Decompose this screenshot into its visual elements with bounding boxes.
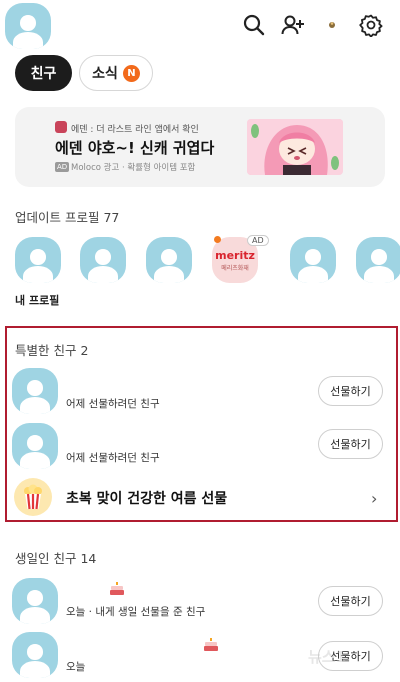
friend-status: 오늘 — [66, 661, 86, 673]
ad-source: 에덴 : 더 라스트 라인 앱에서 확인 — [71, 125, 199, 135]
updated-profile-avatar[interactable] — [146, 237, 192, 283]
meritz-logo: meritz — [215, 248, 255, 262]
ad-banner[interactable]: 에덴 : 더 라스트 라인 앱에서 확인 에덴 야호~! 신캐 귀엽다 AD M… — [15, 107, 385, 187]
friend-status: 어제 선물하려던 친구 — [66, 398, 160, 410]
gift-button[interactable]: 선물하기 — [318, 429, 383, 459]
new-badge: N — [122, 64, 140, 82]
promo-text[interactable]: 초복 맞이 건강한 여름 선물 — [66, 488, 227, 508]
birthday-cake-icon — [110, 582, 124, 595]
update-dot — [214, 236, 221, 243]
popcorn-icon — [14, 478, 52, 516]
updated-profile-avatar[interactable] — [80, 237, 126, 283]
my-profile-avatar[interactable] — [15, 237, 61, 283]
add-friend-icon[interactable] — [279, 11, 307, 39]
friend-avatar[interactable] — [12, 578, 58, 624]
tab-friends[interactable]: 친구 — [15, 55, 72, 91]
my-profile-label: 내 프로필 — [15, 294, 60, 307]
ad-chip: AD — [55, 162, 70, 172]
gift-button[interactable]: 선물하기 — [318, 586, 383, 616]
friend-avatar[interactable] — [12, 632, 58, 678]
friend-status: 어제 선물하려던 친구 — [66, 452, 160, 464]
birthday-cake-icon — [204, 638, 218, 651]
updated-profiles-title: 업데이트 프로필 77 — [15, 210, 120, 225]
updated-profile-avatar[interactable] — [356, 237, 400, 283]
chevron-right-icon[interactable]: › — [371, 489, 377, 508]
updated-profile-avatar[interactable] — [290, 237, 336, 283]
tab-friends-label: 친구 — [30, 66, 57, 82]
friend-status: 오늘 · 내게 생일 선물을 준 친구 — [66, 606, 206, 618]
special-friends-title: 특별한 친구 2 — [15, 343, 89, 358]
settings-icon[interactable] — [357, 11, 385, 39]
my-avatar[interactable] — [5, 3, 51, 49]
ad-badge: AD — [247, 235, 269, 246]
notification-dot-icon[interactable] — [318, 11, 346, 39]
tab-news-label: 소식 — [92, 66, 118, 82]
app-icon — [55, 121, 67, 133]
meritz-sub: 메리츠화재 — [221, 264, 249, 272]
search-icon[interactable] — [240, 11, 268, 39]
ad-subtitle: Moloco 광고 · 확률형 아이템 포함 — [71, 163, 196, 173]
friend-avatar[interactable] — [12, 423, 58, 469]
birthday-friends-title: 생일인 친구 14 — [15, 551, 97, 566]
friend-avatar[interactable] — [12, 368, 58, 414]
tab-news[interactable]: 소식 N — [79, 55, 153, 91]
ad-title: 에덴 야호~! 신캐 귀엽다 — [55, 139, 215, 157]
gift-button[interactable]: 선물하기 — [318, 376, 383, 406]
news-watermark: 뉴스1 — [308, 648, 347, 666]
ad-character-image — [247, 119, 343, 175]
